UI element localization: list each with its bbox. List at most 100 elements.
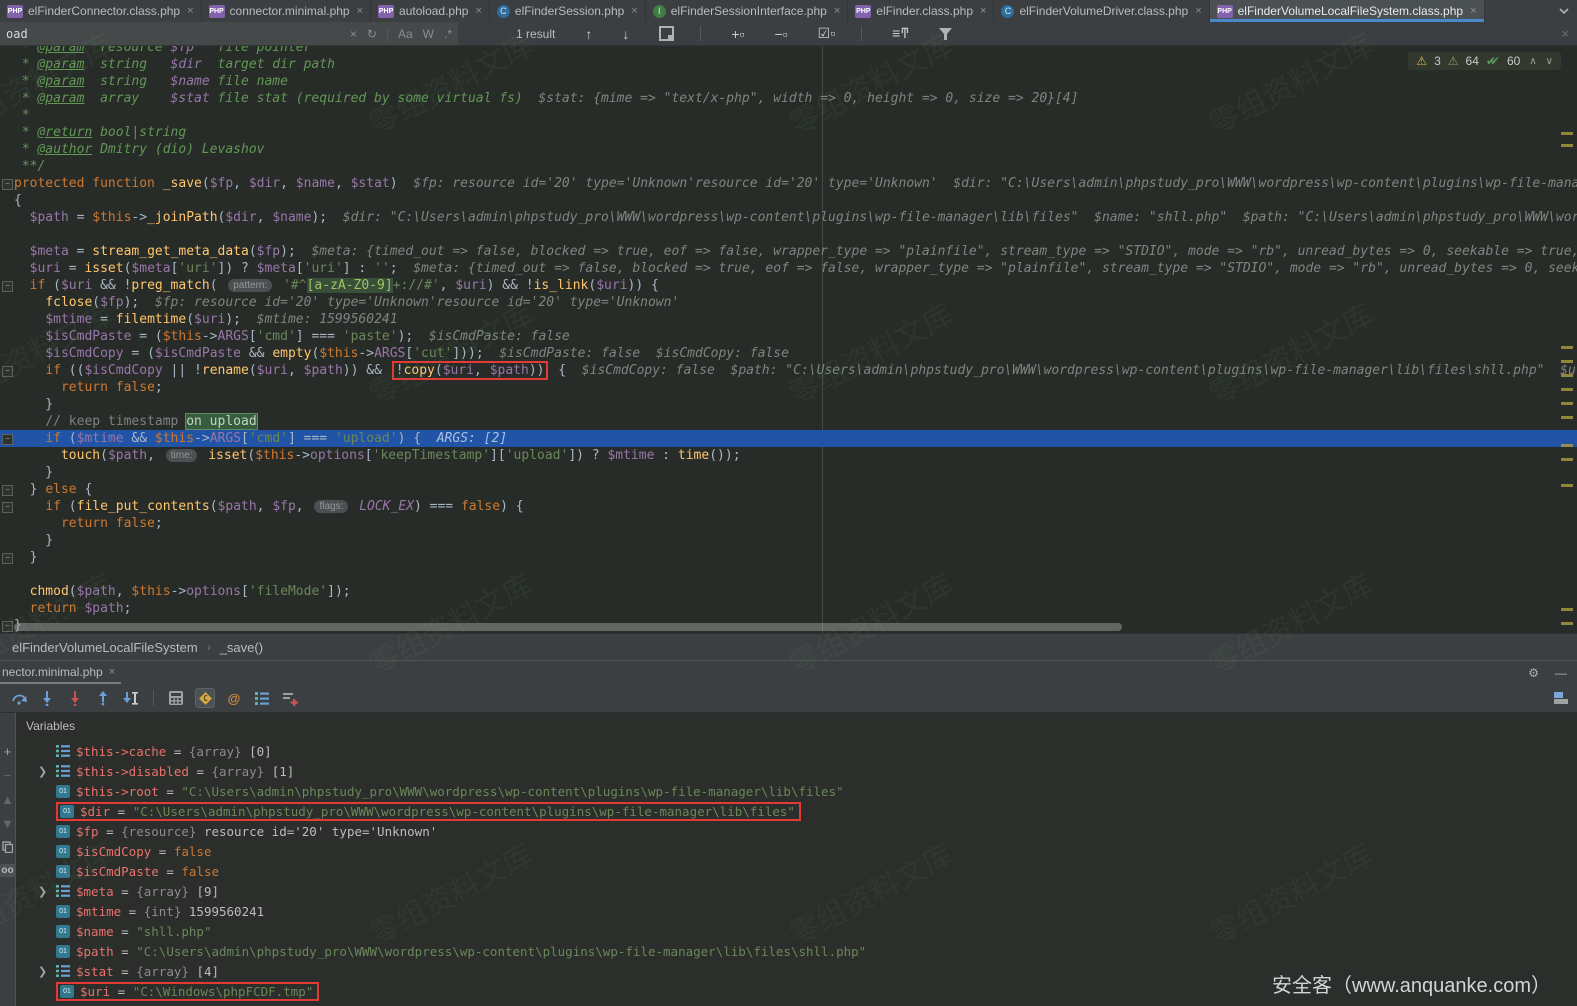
debug-toolbar: C @: [0, 684, 1577, 713]
search-input[interactable]: oad × ↻ Aa W .*: [0, 22, 458, 45]
show-values-inline-icon[interactable]: C: [195, 688, 215, 708]
variable-row[interactable]: 01$isCmdCopy = false: [16, 841, 1577, 861]
fold-marker-icon[interactable]: −: [2, 366, 13, 377]
close-tab-icon[interactable]: ×: [980, 5, 986, 17]
step-over-icon[interactable]: [10, 689, 28, 707]
error-stripe-mark[interactable]: [1561, 144, 1573, 147]
variable-row[interactable]: 01$fp = {resource} resource id='20' type…: [16, 821, 1577, 841]
error-stripe-mark[interactable]: [1561, 444, 1573, 447]
numbered-list-icon[interactable]: [253, 689, 271, 707]
remove-occurrence-icon[interactable]: −▫: [775, 26, 788, 42]
close-tab-icon[interactable]: ×: [475, 5, 481, 17]
editor-tab[interactable]: PHPconnector.minimal.php×: [202, 0, 372, 22]
variable-row[interactable]: ❯ $meta = {array} [9]: [16, 881, 1577, 901]
fold-marker-icon[interactable]: −: [2, 502, 13, 513]
fold-marker-icon[interactable]: −: [2, 485, 13, 496]
match-case-icon[interactable]: Aa: [398, 27, 413, 41]
evaluate-expression-icon[interactable]: [167, 689, 185, 707]
error-stripe-mark[interactable]: [1561, 374, 1573, 377]
clear-search-icon[interactable]: ×: [350, 27, 357, 41]
error-stripe-mark[interactable]: [1561, 608, 1573, 611]
next-occurrence-icon[interactable]: ↓: [622, 26, 629, 42]
tab-label: autoload.php: [399, 4, 468, 18]
settings-gear-icon[interactable]: ⚙: [1528, 666, 1539, 680]
close-tab-icon[interactable]: ×: [1195, 5, 1201, 17]
previous-occurrence-icon[interactable]: ↑: [585, 26, 592, 42]
step-out-icon[interactable]: [94, 689, 112, 707]
add-occurrence-icon[interactable]: +▫: [731, 26, 744, 42]
variable-text: $meta = {array} [9]: [76, 884, 219, 899]
error-stripe-mark[interactable]: [1561, 346, 1573, 349]
show-watches-icon[interactable]: oo: [0, 864, 16, 877]
variable-row[interactable]: 01$path = "C:\Users\admin\phpstudy_pro\W…: [16, 941, 1577, 961]
editor-tab[interactable]: PHPelFinderConnector.class.php×: [0, 0, 202, 22]
filter-lines-icon[interactable]: ≡ͳ: [892, 25, 909, 42]
next-problem-chevron-icon[interactable]: ∨: [1546, 56, 1553, 67]
horizontal-scrollbar[interactable]: [14, 623, 1122, 631]
code-line: * @param resource $fp file pointer: [0, 46, 1577, 56]
fold-marker-icon[interactable]: −: [2, 621, 13, 632]
close-tab-icon[interactable]: ×: [834, 5, 840, 17]
add-to-watches-icon[interactable]: [281, 689, 299, 707]
breadcrumb-method[interactable]: _save(): [220, 640, 263, 655]
close-tab-icon[interactable]: ×: [1470, 5, 1476, 17]
variable-row[interactable]: 01$dir = "C:\Users\admin\phpstudy_pro\WW…: [16, 801, 1577, 821]
error-stripe-mark[interactable]: [1561, 416, 1573, 419]
add-watch-icon[interactable]: +: [4, 745, 12, 758]
variable-row[interactable]: $this->cache = {array} [0]: [16, 741, 1577, 761]
move-up-icon[interactable]: ▲: [1, 793, 14, 806]
fold-marker-icon[interactable]: −: [2, 179, 13, 190]
editor-tab[interactable]: CelFinderVolumeDriver.class.php×: [994, 0, 1209, 22]
inspections-widget[interactable]: ⚠3 ⚠64 ✔✔60 ∧ ∨: [1408, 52, 1561, 70]
layout-settings-icon[interactable]: [1553, 684, 1569, 712]
search-history-icon[interactable]: ↻: [367, 27, 377, 41]
error-stripe-mark[interactable]: [1561, 458, 1573, 461]
hide-panel-icon[interactable]: —: [1555, 666, 1567, 680]
debug-tab[interactable]: nector.minimal.php ×: [0, 661, 121, 684]
editor-tab[interactable]: CelFinderSession.php×: [490, 0, 646, 22]
move-down-icon[interactable]: ▼: [1, 817, 14, 830]
code-editor[interactable]: * @param resource $fp file pointer * @pa…: [0, 46, 1577, 633]
fold-marker-icon[interactable]: −: [2, 434, 13, 445]
select-all-occurrences-icon[interactable]: ☑▫: [818, 25, 836, 42]
error-stripe-mark[interactable]: [1561, 132, 1573, 135]
duplicate-watch-icon[interactable]: [2, 841, 13, 853]
expand-chevron-icon[interactable]: ❯: [38, 885, 47, 898]
error-stripe-mark[interactable]: [1561, 622, 1573, 625]
close-debug-tab-icon[interactable]: ×: [109, 666, 115, 678]
editor-tab[interactable]: PHPelFinderVolumeLocalFileSystem.class.p…: [1210, 0, 1485, 22]
error-stripe-mark[interactable]: [1561, 360, 1573, 363]
search-in-selection-icon[interactable]: [659, 26, 674, 41]
expand-chevron-icon[interactable]: ❯: [38, 765, 47, 778]
prev-problem-chevron-icon[interactable]: ∧: [1529, 56, 1536, 67]
whole-words-icon[interactable]: W: [423, 27, 434, 41]
variable-row[interactable]: 01$name = "shll.php": [16, 921, 1577, 941]
variable-row[interactable]: 01$this->root = "C:\Users\admin\phpstudy…: [16, 781, 1577, 801]
filter-icon[interactable]: [939, 28, 952, 40]
variable-row[interactable]: 01$isCmdPaste = false: [16, 861, 1577, 881]
step-into-icon[interactable]: [38, 689, 56, 707]
error-stripe-mark[interactable]: [1561, 402, 1573, 405]
expand-chevron-icon[interactable]: ❯: [38, 965, 47, 978]
fold-marker-icon[interactable]: −: [2, 553, 13, 564]
show-references-icon[interactable]: @: [225, 689, 243, 707]
regex-icon[interactable]: .*: [444, 27, 452, 41]
error-stripe-mark[interactable]: [1561, 484, 1573, 487]
fold-marker-icon[interactable]: −: [2, 281, 13, 292]
run-to-cursor-icon[interactable]: [122, 689, 140, 707]
breadcrumb-class[interactable]: elFinderVolumeLocalFileSystem: [12, 640, 198, 655]
force-step-into-icon[interactable]: [66, 689, 84, 707]
close-tab-icon[interactable]: ×: [357, 5, 363, 17]
hidden-tabs-chevron-icon[interactable]: [1551, 0, 1577, 22]
variable-row[interactable]: 01$mtime = {int} 1599560241: [16, 901, 1577, 921]
editor-tab[interactable]: PHPelFinder.class.php×: [848, 0, 994, 22]
error-stripe-mark[interactable]: [1561, 388, 1573, 391]
close-tab-icon[interactable]: ×: [187, 5, 193, 17]
editor-tab[interactable]: PHPautoload.php×: [371, 0, 490, 22]
remove-watch-icon[interactable]: −: [4, 769, 12, 782]
php-file-icon: PHP: [7, 5, 23, 18]
variable-row[interactable]: ❯$this->disabled = {array} [1]: [16, 761, 1577, 781]
close-tab-icon[interactable]: ×: [631, 5, 637, 17]
close-find-bar-icon[interactable]: ×: [1561, 26, 1569, 41]
editor-tab[interactable]: IelFinderSessionInterface.php×: [646, 0, 849, 22]
